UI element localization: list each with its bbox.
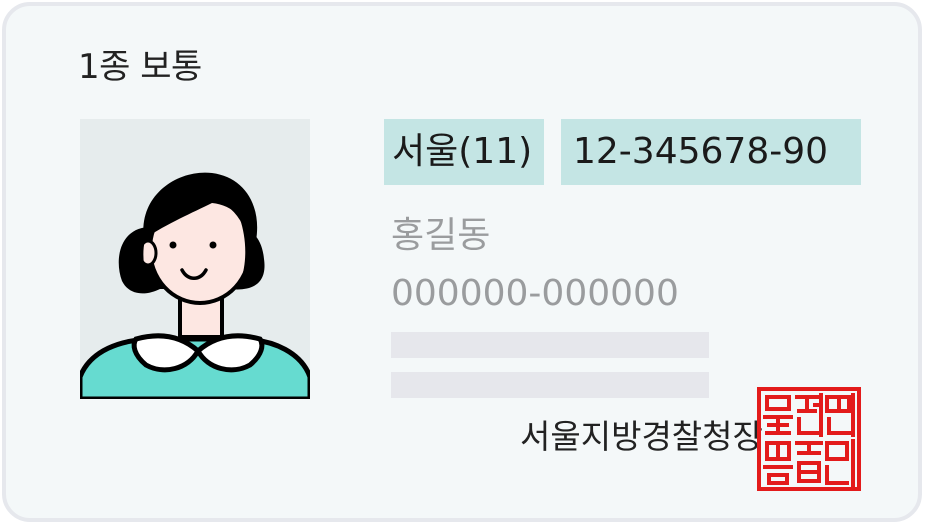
- person-portrait-icon: [80, 119, 310, 399]
- resident-id: 000000-000000: [391, 273, 679, 314]
- holder-name: 홍길동: [391, 215, 491, 256]
- license-number: 12-345678-90: [561, 119, 861, 185]
- issuer-name: 서울지방경찰청장: [520, 417, 763, 456]
- id-photo: [80, 119, 310, 399]
- region-code: 서울(11): [384, 119, 544, 185]
- license-type: 1종 보통: [78, 47, 202, 87]
- address-placeholder-line-2: [391, 372, 709, 398]
- address-placeholder-line-1: [391, 332, 709, 358]
- license-card: 1종 보통 서울(11) 12-345678-90 홍길동 000000-000…: [2, 2, 922, 522]
- official-seal-icon: [757, 387, 861, 491]
